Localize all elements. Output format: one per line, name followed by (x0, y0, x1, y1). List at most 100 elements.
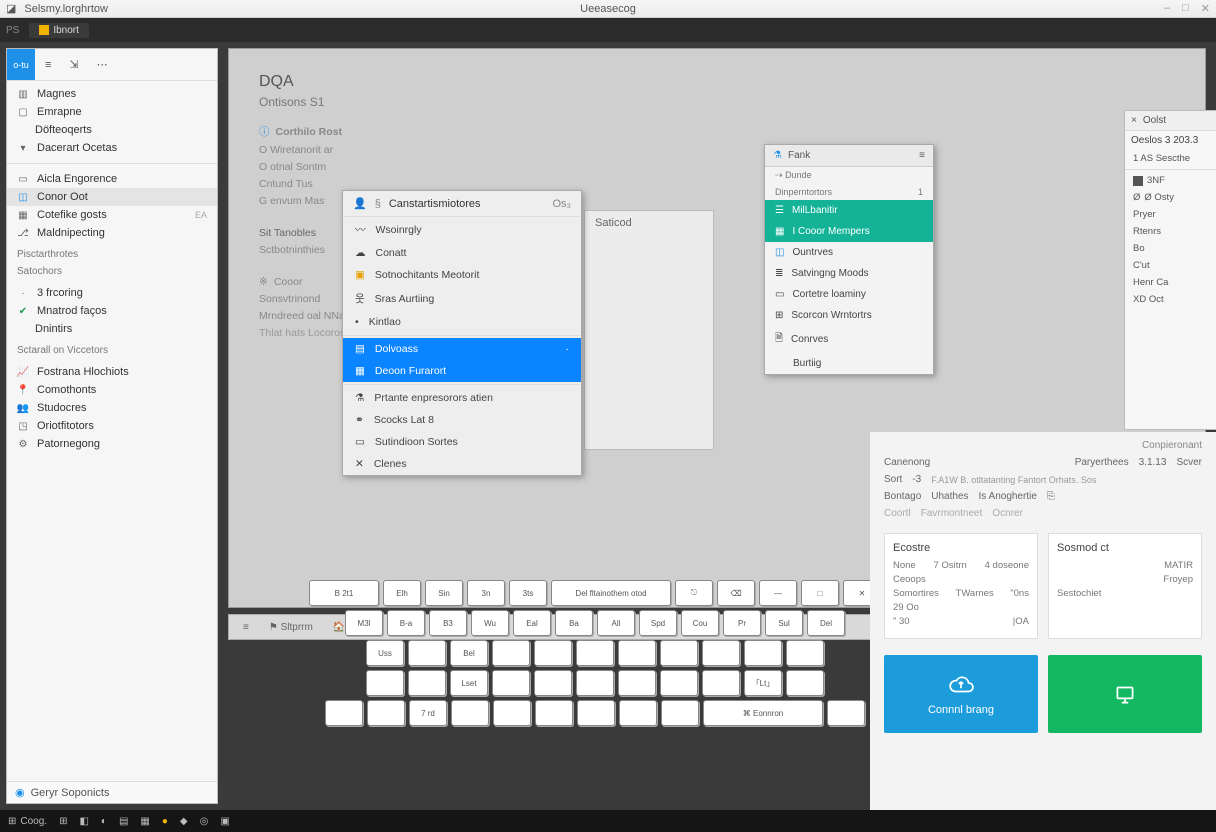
taskbar-item[interactable]: ◧ (79, 816, 88, 827)
grid-icon: ▦ (17, 209, 29, 221)
sidebar-item-comothonts[interactable]: 📍Comothonts (7, 381, 217, 399)
sidebar-item-dacerart[interactable]: ▾Dacerart Ocetas (7, 139, 217, 157)
menu2-item-millbanitir[interactable]: ☰MilLbanitir (765, 200, 933, 221)
rpanel-item[interactable]: XD Oct (1125, 291, 1216, 308)
rpanel-tab[interactable]: Oolst (1143, 115, 1166, 126)
rpanel-item[interactable]: Pryer (1125, 206, 1216, 223)
menu2-item-satving[interactable]: ≣Satvingng Moods (765, 263, 933, 284)
keyboard-key: ⌫ (717, 580, 755, 606)
menu1-item-sutind[interactable]: ▭Sutindioon Sortes (343, 431, 581, 453)
menu1-item-prtante[interactable]: ⚗Prtante enpresorors atien (343, 387, 581, 409)
rpanel-item[interactable]: C'ut (1125, 257, 1216, 274)
cloud-upload-icon (948, 672, 974, 698)
menu1-item-conatt[interactable]: ☁Conatt (343, 242, 581, 264)
tab-active[interactable]: Ibnort (29, 23, 89, 38)
sidebar-item-emrapne[interactable]: ▢Emrapne (7, 103, 217, 121)
dot-icon: • (355, 316, 359, 328)
keyboard-key (744, 640, 782, 666)
window-min[interactable]: – (1164, 2, 1170, 15)
globe-icon: ◉ (15, 786, 25, 799)
menu2-item-ountrves[interactable]: ◫Ountrves (765, 242, 933, 263)
keyboard-key (786, 670, 824, 696)
menu2-item-conrves[interactable]: 🗎Conrves (765, 326, 933, 353)
menu2-item-cooor[interactable]: ▦I Cooor Mempers (765, 221, 933, 242)
keyboard-key: □ (801, 580, 839, 606)
rpanel-item[interactable]: ØØ Osty (1125, 189, 1216, 206)
sidebar-app-tile[interactable]: o-tu (7, 49, 35, 80)
export-icon[interactable]: ⇲ (69, 58, 78, 71)
sidebar-item-dnintirs[interactable]: Dnintirs (7, 320, 217, 338)
keyboard-key (492, 670, 530, 696)
taskbar-start[interactable]: ⊞Coog. (8, 816, 47, 827)
info-icon: ⓘ (259, 124, 270, 139)
secondary-action-button[interactable] (1048, 655, 1202, 733)
window-max[interactable]: □ (1182, 2, 1189, 15)
menu1-item-sotnoch[interactable]: ▣Sotnochitants Meotorit (343, 264, 581, 286)
menu1-item-kintlao[interactable]: •Kintlao (343, 311, 581, 333)
sidebar-item-oriotfit[interactable]: ◳Oriotfitotors (7, 417, 217, 435)
taskbar-item[interactable]: ◐ (101, 816, 107, 827)
menu1-item-scocks[interactable]: ⚭Scocks Lat 8 (343, 409, 581, 431)
sidebar-item-magnes[interactable]: ▥Magnes (7, 85, 217, 103)
sidebar-item-conor[interactable]: ◫Conor Oot (7, 188, 217, 206)
window-icon: ⊞ (775, 310, 783, 321)
tab-label: Ibnort (53, 25, 79, 36)
menu1-item-wsoinrgly[interactable]: 〰Wsoinrgly (343, 217, 581, 242)
keyboard-key: 「Lt」 (744, 670, 782, 696)
menu2-item-burtiig[interactable]: Burtiig (765, 353, 933, 374)
taskbar-item[interactable]: ◆ (180, 816, 188, 827)
sidebar-item-dofteoqerts[interactable]: Döfteoqerts (7, 121, 217, 139)
sidebar: o-tu ≡ ⇲ ⋯ ▥Magnes ▢Emrapne Döfteoqerts … (6, 48, 218, 804)
taskbar-item[interactable]: ● (162, 816, 168, 827)
keyboard-key (702, 670, 740, 696)
sidebar-item-studocres[interactable]: 👥Studocres (7, 399, 217, 417)
taskbar-item[interactable]: ◎ (200, 816, 209, 827)
window-close[interactable]: ✕ (1201, 2, 1210, 15)
sidebar-item-3frcoring[interactable]: ·3 frcoring (7, 284, 217, 302)
sidebar-item-maldni[interactable]: ⎇Maldnipecting (7, 224, 217, 242)
marker-icon: ※ (259, 276, 268, 288)
tab-color-icon (39, 25, 49, 35)
sidebar-item-fostrana[interactable]: 📈Fostrana Hlochiots (7, 363, 217, 381)
more-icon[interactable]: ⋯ (97, 58, 108, 71)
taskbar-item[interactable]: ▣ (220, 816, 229, 827)
menu2-item-scorcon[interactable]: ⊞Scorcon Wrntortrs (765, 305, 933, 326)
rpanel-close[interactable]: × (1131, 115, 1137, 126)
people-icon: 👥 (17, 402, 29, 414)
person-icon: 웃 (355, 291, 365, 306)
keyboard-key (366, 670, 404, 696)
taskbar-item[interactable]: ▤ (119, 816, 128, 827)
rpanel-item[interactable]: Henr Ca (1125, 274, 1216, 291)
check-icon: ✔ (17, 305, 29, 317)
taskbar-item[interactable]: ▦ (140, 816, 149, 827)
menu1-item-sras[interactable]: 웃Sras Aurtiing (343, 286, 581, 311)
taskbar-item[interactable]: ⊞ (59, 816, 67, 827)
menu1-item-clenes[interactable]: ✕Clenes (343, 453, 581, 475)
keyboard-key (576, 670, 614, 696)
rpanel-item[interactable]: Rtenrs (1125, 223, 1216, 240)
rpanel-item[interactable]: 3NF (1125, 172, 1216, 189)
keyboard-key: 3ts (509, 580, 547, 606)
keyboard-key (451, 700, 489, 726)
menu-icon[interactable]: ≡ (45, 59, 51, 71)
primary-action-button[interactable]: Connnl brang (884, 655, 1038, 733)
strip-menu-icon[interactable]: ≡ (243, 622, 249, 633)
copy-icon[interactable]: ⎘ (1047, 491, 1055, 502)
menu2-item-cortetre[interactable]: ▭Cortetre loaminy (765, 284, 933, 305)
sidebar-item-pator[interactable]: ⚙Patornegong (7, 435, 217, 453)
rpanel-item[interactable]: Bo (1125, 240, 1216, 257)
sidebar-footer[interactable]: ◉ Geryr Soponicts (7, 781, 217, 803)
keyboard-key: B 2t1 (309, 580, 379, 606)
sidebar-item-cotefike[interactable]: ▦Cotefike gostsEA (7, 206, 217, 224)
sidebar-item-mnatrod[interactable]: ✔Mnatrod faços (7, 302, 217, 320)
flask-icon: ⚗ (355, 392, 364, 404)
keyboard-key (576, 640, 614, 666)
sidebar-item-aicla[interactable]: ▭Aicla Engorence (7, 170, 217, 188)
keyboard-key: Lset (450, 670, 488, 696)
menu1-item-dolvoass[interactable]: ▤Dolvoass· (343, 338, 581, 360)
keyboard-key: Elh (383, 580, 421, 606)
keyboard-key: — (759, 580, 797, 606)
menu1-item-deoon[interactable]: ▦Deoon Furarort (343, 360, 581, 382)
book-icon: ▭ (775, 289, 784, 300)
card-icon: ▭ (355, 436, 365, 448)
